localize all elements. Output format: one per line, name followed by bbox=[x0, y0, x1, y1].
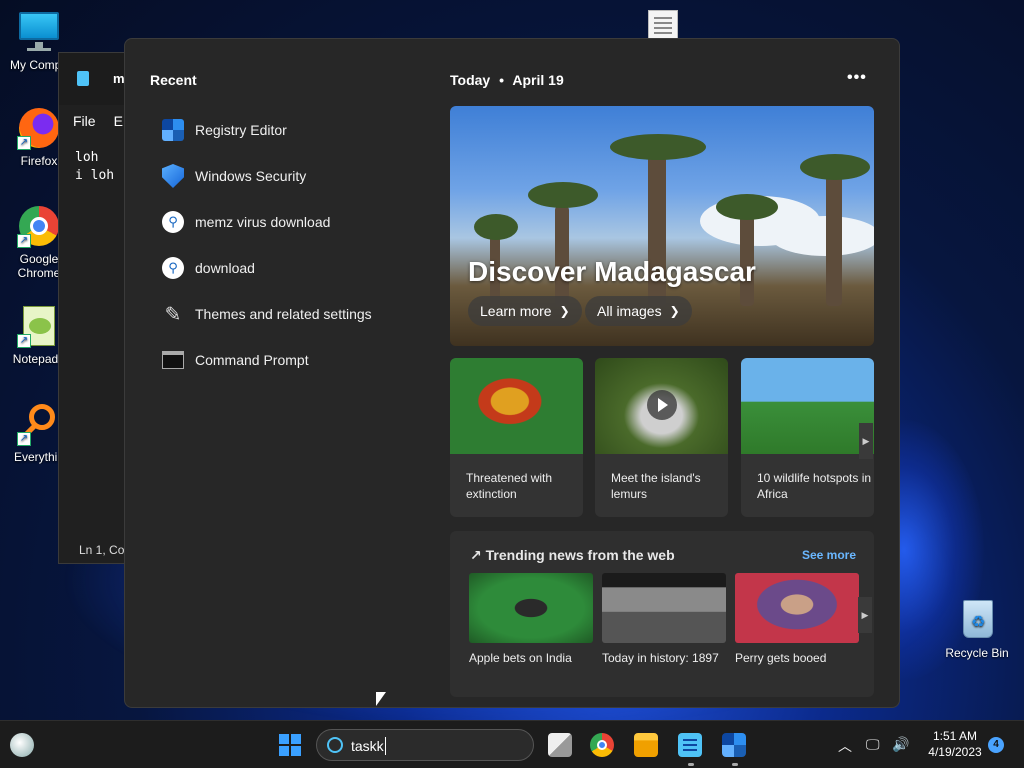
recent-heading: Recent bbox=[150, 72, 197, 88]
search-icon: ⚲ bbox=[161, 256, 185, 280]
today-date: April 19 bbox=[512, 72, 564, 88]
cloud-shape bbox=[770, 216, 874, 256]
more-options-icon[interactable]: ••• bbox=[847, 69, 867, 87]
chevron-right-icon: ❯ bbox=[559, 304, 570, 318]
trending-heading: ↗ Trending news from the web bbox=[470, 547, 675, 563]
volume-icon[interactable]: 🔊 bbox=[892, 736, 909, 753]
windows-security-icon bbox=[161, 164, 185, 188]
network-icon[interactable]: 🖵 bbox=[866, 736, 880, 753]
chrome-taskbar-icon[interactable] bbox=[590, 733, 614, 757]
news-image bbox=[469, 573, 593, 643]
recent-item-registry-editor[interactable]: Registry Editor bbox=[161, 107, 431, 153]
brush-icon: ✎ bbox=[164, 303, 182, 326]
chevron-up-icon[interactable]: ︿ bbox=[838, 736, 852, 756]
mouse-cursor-icon bbox=[376, 692, 386, 706]
play-icon[interactable] bbox=[647, 390, 677, 420]
card-caption: Threatened with extinction bbox=[466, 471, 553, 501]
card-image bbox=[450, 358, 583, 454]
taskbar-search-box[interactable] bbox=[316, 729, 534, 761]
news-caption: Perry gets booed bbox=[735, 651, 827, 665]
hero-title: Discover Madagascar bbox=[468, 256, 756, 287]
desktop-file-icon[interactable] bbox=[648, 10, 678, 40]
notepad-icon bbox=[77, 71, 89, 86]
recent-item-label: Themes and related settings bbox=[195, 306, 372, 322]
taskbar-clock[interactable]: 1:51 AM 4/19/2023 bbox=[920, 728, 990, 760]
computer-icon bbox=[17, 10, 61, 54]
trending-news-section: ↗ Trending news from the web See more Ap… bbox=[450, 531, 874, 697]
clock-time: 1:51 AM bbox=[932, 729, 978, 743]
recent-item-download[interactable]: ⚲ download bbox=[161, 245, 431, 291]
taskbar-search-input[interactable] bbox=[351, 736, 521, 756]
command-prompt-icon bbox=[161, 348, 185, 372]
card-lemurs[interactable]: Meet the island's lemurs bbox=[595, 358, 728, 517]
cards-next-arrow-icon[interactable]: ▶ bbox=[859, 423, 873, 459]
card-chameleon[interactable]: Threatened with extinction bbox=[450, 358, 583, 517]
recent-list: Registry Editor Windows Security ⚲ memz … bbox=[161, 107, 431, 383]
news-next-arrow-icon[interactable]: ▶ bbox=[858, 597, 872, 633]
see-more-link[interactable]: See more bbox=[802, 548, 856, 562]
news-item-history[interactable]: Today in history: 1897 bbox=[602, 573, 726, 665]
firefox-icon: ↗ bbox=[17, 106, 61, 150]
recent-item-label: Windows Security bbox=[195, 168, 307, 184]
weather-icon[interactable] bbox=[10, 733, 34, 757]
taskbar: ︿ 🖵 🔊 1:51 AM 4/19/2023 4 bbox=[0, 720, 1024, 768]
recent-item-windows-security[interactable]: Windows Security bbox=[161, 153, 431, 199]
start-windows-icon[interactable] bbox=[278, 733, 302, 757]
running-indicator bbox=[732, 763, 738, 766]
task-view-icon[interactable] bbox=[548, 733, 572, 757]
learn-more-button[interactable]: Learn more ❯ bbox=[468, 296, 582, 326]
news-item-apple[interactable]: Apple bets on India bbox=[469, 573, 593, 665]
card-image bbox=[595, 358, 728, 454]
running-indicator bbox=[688, 763, 694, 766]
news-caption: Today in history: 1897 bbox=[602, 651, 719, 665]
notification-badge[interactable]: 4 bbox=[988, 737, 1004, 753]
recent-item-label: memz virus download bbox=[195, 214, 331, 230]
all-images-button[interactable]: All images ❯ bbox=[585, 296, 692, 326]
card-image bbox=[741, 358, 874, 454]
card-caption: 10 wildlife hotspots in Africa bbox=[757, 471, 872, 501]
search-icon bbox=[327, 737, 343, 753]
news-caption: Apple bets on India bbox=[469, 651, 572, 665]
registry-editor-taskbar-icon[interactable] bbox=[722, 733, 746, 757]
hero-card-madagascar[interactable]: Discover Madagascar Learn more ❯ All imag… bbox=[450, 106, 874, 346]
recycle-bin-icon: ♻ bbox=[955, 598, 999, 642]
registry-editor-icon bbox=[161, 118, 185, 142]
notepad-plus-icon: ↗ bbox=[17, 304, 61, 348]
recent-item-command-prompt[interactable]: Command Prompt bbox=[161, 337, 431, 383]
everything-search-icon: ↗ bbox=[17, 402, 61, 446]
recent-item-label: Registry Editor bbox=[195, 122, 287, 138]
clock-date: 4/19/2023 bbox=[928, 745, 982, 759]
notepad-tab-title[interactable]: m bbox=[113, 71, 125, 86]
text-caret bbox=[385, 737, 386, 755]
recent-item-themes-settings[interactable]: ✎ Themes and related settings bbox=[161, 291, 431, 337]
chrome-icon: ↗ bbox=[17, 204, 61, 248]
recent-item-label: download bbox=[195, 260, 255, 276]
desktop-icon-recycle-bin[interactable]: ♻ Recycle Bin bbox=[940, 598, 1014, 660]
today-heading: Today • April 19 bbox=[450, 72, 564, 88]
news-image bbox=[735, 573, 859, 643]
card-wildlife[interactable]: 10 wildlife hotspots in Africa bbox=[741, 358, 874, 517]
file-explorer-icon[interactable] bbox=[634, 733, 658, 757]
search-panel: Recent Registry Editor Windows Security … bbox=[124, 38, 900, 708]
recent-item-label: Command Prompt bbox=[195, 352, 309, 368]
notepad-taskbar-icon[interactable] bbox=[678, 733, 702, 757]
recent-item-memz-virus-download[interactable]: ⚲ memz virus download bbox=[161, 199, 431, 245]
notepad-status: Ln 1, Col bbox=[79, 543, 128, 557]
search-icon: ⚲ bbox=[161, 210, 185, 234]
news-item-perry[interactable]: Perry gets booed bbox=[735, 573, 859, 665]
news-image bbox=[602, 573, 726, 643]
chevron-right-icon: ❯ bbox=[669, 304, 680, 318]
trending-up-icon: ↗ bbox=[470, 547, 482, 563]
menu-file[interactable]: File bbox=[73, 113, 96, 129]
card-caption: Meet the island's lemurs bbox=[611, 471, 701, 501]
menu-edit[interactable]: E bbox=[114, 113, 123, 129]
